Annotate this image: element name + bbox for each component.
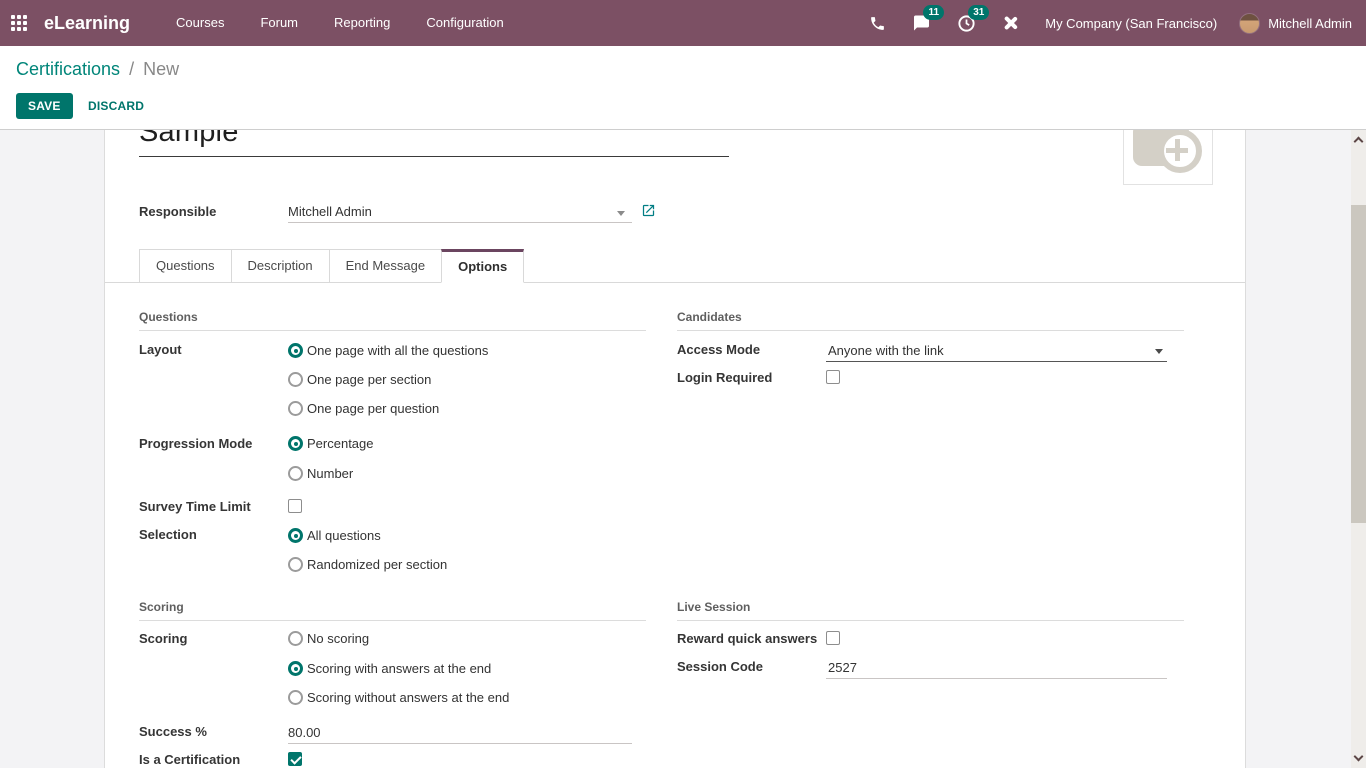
user-avatar[interactable] [1239, 13, 1260, 34]
scroll-up-arrow-icon[interactable] [1354, 137, 1364, 147]
activities-button[interactable]: 31 [957, 14, 976, 33]
user-menu[interactable]: Mitchell Admin [1268, 16, 1352, 31]
selection-option-label[interactable]: All questions [307, 528, 381, 543]
activities-count-badge: 31 [968, 5, 989, 20]
menu-courses[interactable]: Courses [158, 0, 242, 46]
layout-radio-per-section[interactable] [288, 372, 303, 387]
access-mode-caret[interactable] [1155, 349, 1163, 354]
selection-radio-randomized[interactable] [288, 557, 303, 572]
tab-options[interactable]: Options [441, 249, 524, 283]
external-link-icon[interactable] [641, 203, 656, 218]
discard-button[interactable]: DISCARD [82, 93, 150, 119]
tab-description[interactable]: Description [231, 249, 330, 283]
vertical-scrollbar[interactable] [1351, 130, 1366, 768]
breadcrumb-separator: / [129, 59, 134, 79]
responsible-label: Responsible [139, 204, 216, 219]
progression-radio-percentage[interactable] [288, 436, 303, 451]
breadcrumb: Certifications / New [16, 59, 179, 80]
reward-quick-answers-checkbox[interactable] [826, 631, 840, 645]
login-required-label: Login Required [677, 370, 772, 385]
scoring-option-label[interactable]: No scoring [307, 631, 369, 646]
menu-reporting[interactable]: Reporting [316, 0, 408, 46]
messages-button[interactable]: 11 [912, 14, 931, 32]
progression-radio-number[interactable] [288, 466, 303, 481]
developer-tools-icon [1002, 14, 1020, 32]
breadcrumb-current: New [143, 59, 179, 79]
survey-time-limit-label: Survey Time Limit [139, 499, 251, 514]
tab-end-message[interactable]: End Message [329, 249, 443, 283]
apps-menu-button[interactable] [0, 0, 38, 46]
scoring-section-title: Scoring [139, 600, 184, 614]
layout-label: Layout [139, 342, 182, 357]
scoring-radio-no-scoring[interactable] [288, 631, 303, 646]
debug-tools-button[interactable] [1002, 14, 1020, 32]
layout-radio-per-question[interactable] [288, 401, 303, 416]
form-sheet: Sample Responsible Mitchell Admin Questi… [104, 130, 1246, 768]
menu-configuration[interactable]: Configuration [408, 0, 521, 46]
image-upload-placeholder[interactable] [1123, 130, 1213, 185]
progression-option-label[interactable]: Percentage [307, 436, 374, 451]
candidates-section-title: Candidates [677, 310, 742, 324]
tab-questions[interactable]: Questions [139, 249, 232, 283]
save-button[interactable]: SAVE [16, 93, 73, 119]
survey-time-limit-checkbox[interactable] [288, 499, 302, 513]
control-panel: Certifications / New SAVE DISCARD [0, 46, 1366, 130]
top-navbar: eLearning Courses Forum Reporting Config… [0, 0, 1366, 46]
layout-radio-one-page-all[interactable] [288, 343, 303, 358]
layout-option-label[interactable]: One page per question [307, 401, 439, 416]
selection-radio-all-questions[interactable] [288, 528, 303, 543]
live-session-section-title: Live Session [677, 600, 750, 614]
responsible-dropdown-caret[interactable] [617, 211, 625, 216]
is-certification-label: Is a Certification [139, 752, 240, 767]
session-code-label: Session Code [677, 659, 763, 674]
company-switcher[interactable]: My Company (San Francisco) [1045, 16, 1217, 31]
layout-option-label[interactable]: One page with all the questions [307, 343, 488, 358]
questions-section-title: Questions [139, 310, 198, 324]
selection-option-label[interactable]: Randomized per section [307, 557, 447, 572]
apps-grid-icon [11, 15, 27, 31]
scoring-label: Scoring [139, 631, 187, 646]
phone-icon [869, 15, 886, 32]
notebook-tabs: Questions Description End Message Option… [105, 249, 1246, 283]
scoring-option-label[interactable]: Scoring without answers at the end [307, 690, 509, 705]
success-pct-label: Success % [139, 724, 207, 739]
scoring-option-label[interactable]: Scoring with answers at the end [307, 661, 491, 676]
login-required-checkbox[interactable] [826, 370, 840, 384]
voip-button[interactable] [869, 15, 886, 32]
reward-quick-answers-label: Reward quick answers [677, 631, 817, 646]
layout-option-label[interactable]: One page per section [307, 372, 431, 387]
is-certification-checkbox[interactable] [288, 752, 302, 766]
survey-title-input[interactable]: Sample [139, 130, 239, 149]
scoring-radio-without-answers[interactable] [288, 690, 303, 705]
scroll-down-arrow-icon[interactable] [1354, 752, 1364, 762]
progression-option-label[interactable]: Number [307, 466, 353, 481]
form-view-background: Sample Responsible Mitchell Admin Questi… [0, 130, 1366, 768]
scrollbar-thumb[interactable] [1351, 205, 1366, 523]
title-underline [139, 156, 729, 157]
navbar-systray: 11 31 My Company (San Francisco) Mitchel… [856, 13, 1366, 34]
breadcrumb-certifications-link[interactable]: Certifications [16, 59, 120, 79]
menu-forum[interactable]: Forum [242, 0, 316, 46]
selection-label: Selection [139, 527, 197, 542]
scoring-radio-with-answers[interactable] [288, 661, 303, 676]
access-mode-label: Access Mode [677, 342, 760, 357]
progression-mode-label: Progression Mode [139, 436, 252, 451]
app-name[interactable]: eLearning [44, 13, 130, 34]
messages-count-badge: 11 [923, 5, 944, 20]
